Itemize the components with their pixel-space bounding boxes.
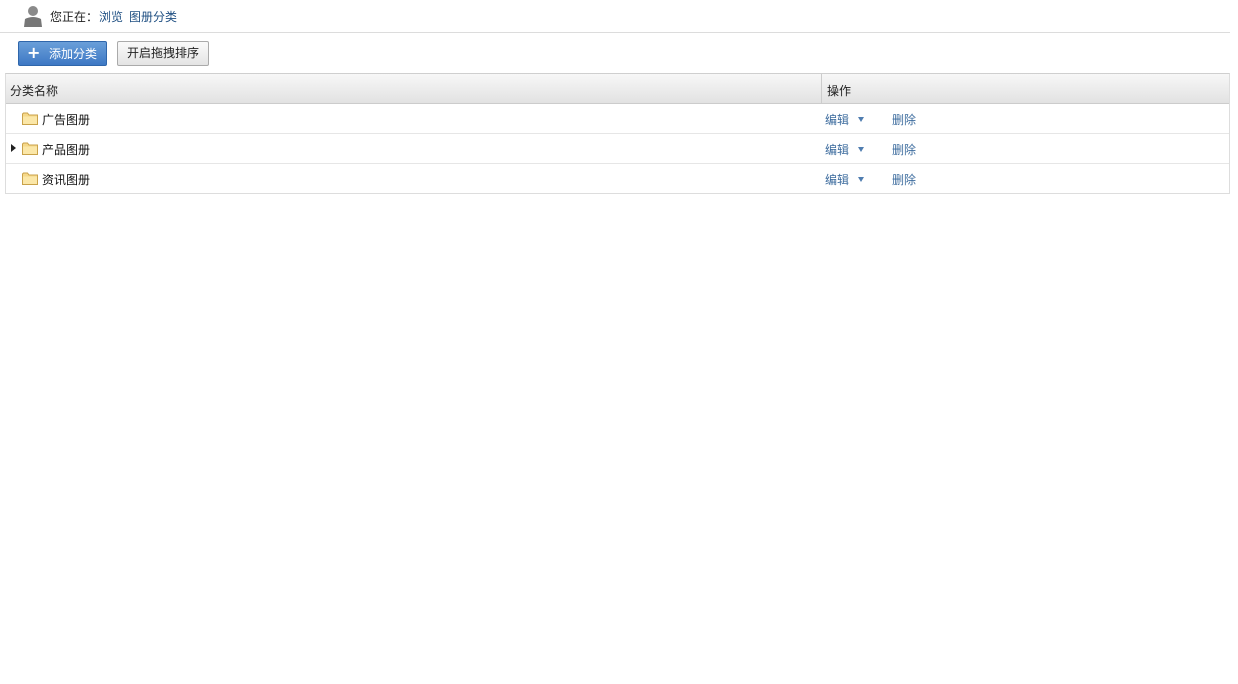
add-category-label: 添加分类 xyxy=(49,47,98,61)
plus-icon: + xyxy=(27,43,41,62)
delete-link[interactable]: 删除 xyxy=(892,111,916,128)
breadcrumb-item-browse[interactable]: 浏览 xyxy=(99,8,123,25)
dropdown-caret-icon[interactable] xyxy=(858,117,864,122)
category-table: 分类名称 操作 广告图册 编辑 删除 产品图册 编辑 删除 资讯图册 编辑 删除 xyxy=(5,73,1230,194)
breadcrumb-prefix: 您正在： xyxy=(50,10,99,24)
category-name: 产品图册 xyxy=(42,143,91,157)
edit-link[interactable]: 编辑 xyxy=(825,141,849,158)
column-header-actions: 操作 xyxy=(827,84,852,98)
delete-link[interactable]: 删除 xyxy=(892,171,916,188)
edit-link[interactable]: 编辑 xyxy=(825,111,849,128)
breadcrumb: 您正在： 浏览 图册分类 xyxy=(0,0,1230,33)
column-divider[interactable] xyxy=(821,74,822,103)
breadcrumb-item-album-category[interactable]: 图册分类 xyxy=(129,8,177,25)
folder-icon xyxy=(22,172,38,185)
add-category-button[interactable]: + 添加分类 xyxy=(18,41,107,66)
delete-link[interactable]: 删除 xyxy=(892,141,916,158)
dropdown-caret-icon[interactable] xyxy=(858,147,864,152)
table-row[interactable]: 资讯图册 编辑 删除 xyxy=(6,164,1229,193)
folder-icon xyxy=(22,112,38,125)
table-header: 分类名称 操作 xyxy=(6,74,1229,104)
edit-link[interactable]: 编辑 xyxy=(825,171,849,188)
category-name: 广告图册 xyxy=(42,113,91,127)
category-name: 资讯图册 xyxy=(42,173,91,187)
folder-icon xyxy=(22,142,38,155)
table-row[interactable]: 产品图册 编辑 删除 xyxy=(6,134,1229,164)
enable-drag-sort-button[interactable]: 开启拖拽排序 xyxy=(117,41,209,66)
dropdown-caret-icon[interactable] xyxy=(858,177,864,182)
table-row[interactable]: 广告图册 编辑 删除 xyxy=(6,104,1229,134)
expand-arrow-icon[interactable] xyxy=(11,144,16,152)
column-header-name[interactable]: 分类名称 xyxy=(10,82,58,99)
user-avatar-icon xyxy=(24,6,42,27)
